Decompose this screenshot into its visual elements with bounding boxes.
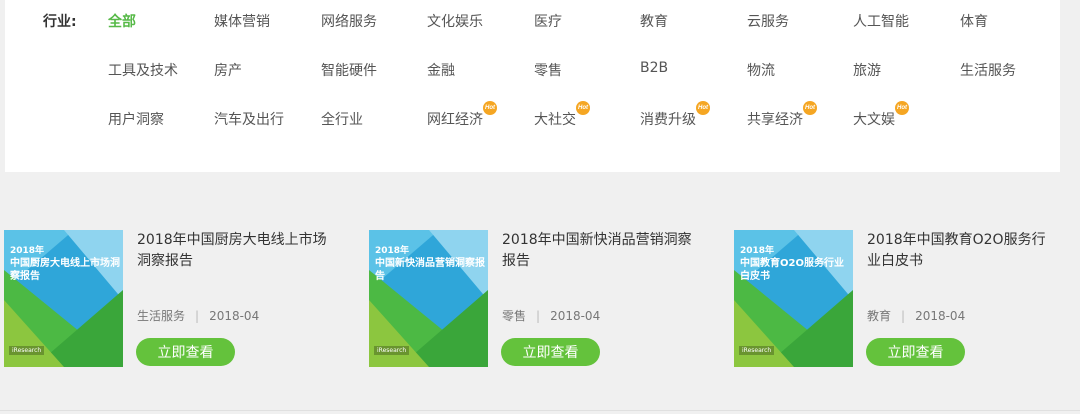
industry-tag-label: 全行业 <box>321 112 363 128</box>
industry-tag[interactable]: B2B <box>640 60 668 76</box>
industry-tag[interactable]: 医疗 <box>534 11 562 31</box>
view-now-button[interactable]: 立即查看 <box>136 338 235 366</box>
report-meta: 生活服务 | 2018-04 <box>137 307 259 324</box>
cover-year: 2018年 <box>740 246 775 256</box>
cover-year: 2018年 <box>375 246 410 256</box>
industry-tag[interactable]: 工具及技术 <box>108 60 178 80</box>
industry-tag-label: 零售 <box>534 63 562 79</box>
cover-brand-logo: iResearch <box>9 346 45 355</box>
industry-tag-label: 教育 <box>640 14 668 30</box>
industry-tag-label: 大文娱 <box>853 112 895 128</box>
meta-separator: | <box>536 309 541 323</box>
filter-label: 行业: <box>43 14 77 30</box>
industry-tag-label: 生活服务 <box>960 63 1016 79</box>
industry-tag-label: 云服务 <box>747 14 789 30</box>
report-cover[interactable]: 2018年 中国厨房大电线上市场洞察报告 iResearch <box>4 230 123 367</box>
industry-tag[interactable]: 大文娱 Hot <box>853 101 909 129</box>
cover-year: 2018年 <box>10 246 45 256</box>
industry-tag-label: 用户洞察 <box>108 112 164 128</box>
cover-title: 中国厨房大电线上市场洞察报告 <box>10 258 120 282</box>
report-meta: 零售 | 2018-04 <box>502 307 600 324</box>
industry-tag[interactable]: 物流 <box>747 60 775 80</box>
report-date: 2018-04 <box>550 309 601 323</box>
hot-badge-icon: Hot <box>576 101 590 115</box>
meta-separator: | <box>901 309 906 323</box>
report-title[interactable]: 2018年中国新快消品营销洞察报告 <box>502 230 692 272</box>
report-category: 零售 <box>502 309 527 323</box>
cover-title: 中国新快消品营销洞察报告 <box>375 258 485 282</box>
industry-tag-label: 金融 <box>427 63 455 79</box>
industry-tag[interactable]: 人工智能 <box>853 11 909 31</box>
hot-badge-icon: Hot <box>803 101 817 115</box>
hot-badge-icon: Hot <box>895 101 909 115</box>
industry-tag[interactable]: 智能硬件 <box>321 60 377 80</box>
report-cover[interactable]: 2018年 中国新快消品营销洞察报告 iResearch <box>369 230 488 367</box>
industry-tag-label: 房产 <box>214 63 242 79</box>
report-title[interactable]: 2018年中国厨房大电线上市场洞察报告 <box>137 230 327 272</box>
report-card: 2018年 中国厨房大电线上市场洞察报告 iResearch 2018年中国厨房… <box>4 230 344 367</box>
industry-tag-label: 文化娱乐 <box>427 14 483 30</box>
industry-tag[interactable]: 用户洞察 <box>108 109 164 129</box>
industry-tag[interactable]: 金融 <box>427 60 455 80</box>
meta-separator: | <box>195 309 200 323</box>
industry-tag[interactable]: 房产 <box>214 60 242 80</box>
industry-tag-label: 汽车及出行 <box>214 112 284 128</box>
report-title[interactable]: 2018年中国教育O2O服务行业白皮书 <box>867 230 1057 272</box>
report-category: 教育 <box>867 309 892 323</box>
industry-tag-label: 大社交 <box>534 112 576 128</box>
view-now-button[interactable]: 立即查看 <box>501 338 600 366</box>
industry-tag[interactable]: 媒体营销 <box>214 11 270 31</box>
industry-tag[interactable]: 生活服务 <box>960 60 1016 80</box>
industry-tag[interactable]: 消费升级 Hot <box>640 101 710 129</box>
industry-tag[interactable]: 旅游 <box>853 60 881 80</box>
cover-brand-logo: iResearch <box>739 346 775 355</box>
industry-tag-label: 媒体营销 <box>214 14 270 30</box>
industry-tag-label: B2B <box>640 60 669 76</box>
industry-tag[interactable]: 汽车及出行 <box>214 109 284 129</box>
industry-tag[interactable]: 文化娱乐 <box>427 11 483 31</box>
industry-tag[interactable]: 体育 <box>960 11 988 31</box>
report-cover[interactable]: 2018年 中国教育O2O服务行业白皮书 iResearch <box>734 230 853 367</box>
report-date: 2018-04 <box>915 309 966 323</box>
report-card: 2018年 中国教育O2O服务行业白皮书 iResearch 2018年中国教育… <box>734 230 1074 367</box>
industry-tag[interactable]: 全行业 <box>321 109 363 129</box>
industry-tag[interactable]: 教育 <box>640 11 668 31</box>
hot-badge-icon: Hot <box>483 101 497 115</box>
industry-tag[interactable]: 全部 <box>108 11 136 31</box>
industry-tag[interactable]: 云服务 <box>747 11 789 31</box>
industry-tag[interactable]: 共享经济 Hot <box>747 101 817 129</box>
industry-tag[interactable]: 大社交 Hot <box>534 101 590 129</box>
industry-tag-label: 物流 <box>747 63 775 79</box>
industry-filter-panel: 行业: 全部 媒体营销 网络服务 文化娱乐 医疗 教育 云服务 人工智能 体育工具及技术 房产 智能… <box>5 0 1060 172</box>
industry-tag-label: 医疗 <box>534 14 562 30</box>
industry-tag-label: 工具及技术 <box>108 63 178 79</box>
industry-tag-label: 消费升级 <box>640 112 696 128</box>
industry-tag[interactable]: 网络服务 <box>321 11 377 31</box>
report-card: 2018年 中国新快消品营销洞察报告 iResearch 2018年中国新快消品… <box>369 230 709 367</box>
industry-tag-label: 共享经济 <box>747 112 803 128</box>
industry-tag-label: 网络服务 <box>321 14 377 30</box>
hot-badge-icon: Hot <box>696 101 710 115</box>
report-date: 2018-04 <box>209 309 260 323</box>
industry-tag-label: 旅游 <box>853 63 881 79</box>
industry-tag-label: 体育 <box>960 14 988 30</box>
industry-tag[interactable]: 网红经济 Hot <box>427 101 497 129</box>
divider <box>0 410 1080 411</box>
industry-tag-label: 智能硬件 <box>321 63 377 79</box>
report-meta: 教育 | 2018-04 <box>867 307 965 324</box>
cover-title: 中国教育O2O服务行业白皮书 <box>740 258 844 282</box>
industry-tag-label: 全部 <box>108 14 136 30</box>
industry-tag-label: 人工智能 <box>853 14 909 30</box>
industry-tag[interactable]: 零售 <box>534 60 562 80</box>
cover-brand-logo: iResearch <box>374 346 410 355</box>
industry-tag-label: 网红经济 <box>427 112 483 128</box>
view-now-button[interactable]: 立即查看 <box>866 338 965 366</box>
report-category: 生活服务 <box>137 309 186 323</box>
